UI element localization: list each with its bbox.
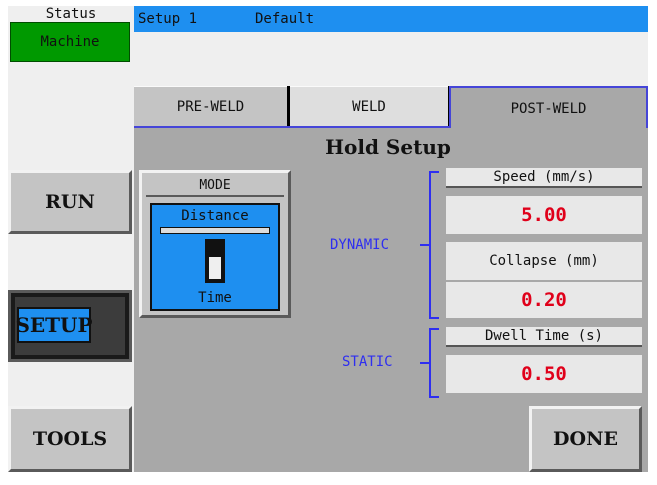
- run-button[interactable]: RUN: [8, 170, 132, 234]
- setup-button-label: SETUP: [15, 307, 93, 343]
- dynamic-bracket: [429, 171, 439, 319]
- tools-button[interactable]: TOOLS: [8, 406, 132, 472]
- left-column: [8, 6, 134, 472]
- top-strip: [134, 32, 648, 86]
- toggle-switch-icon: [205, 239, 225, 283]
- speed-label: Speed (mm/s): [446, 168, 642, 188]
- tab-pre-weld[interactable]: PRE-WELD: [134, 86, 287, 126]
- mode-title: MODE: [199, 177, 231, 193]
- mode-switch-face: Distance Time: [150, 203, 280, 311]
- status-label: Status: [8, 6, 134, 22]
- mode-option-distance[interactable]: Distance: [152, 207, 278, 225]
- setup-name: Setup 1: [138, 11, 198, 27]
- dynamic-tick: [420, 244, 429, 246]
- collapse-label: Collapse (mm): [446, 242, 642, 280]
- tab-post-weld[interactable]: POST-WELD: [449, 86, 648, 130]
- static-tick: [420, 362, 429, 364]
- machine-status-badge: Machine: [10, 22, 130, 62]
- hmi-screen: Status Machine Setup 1 Default PRE-WELD …: [8, 6, 648, 472]
- switch-rail: [160, 227, 270, 234]
- dwell-time-label: Dwell Time (s): [446, 327, 642, 347]
- collapse-value-field[interactable]: 0.20: [446, 282, 642, 318]
- done-button[interactable]: DONE: [529, 406, 642, 472]
- static-group-label: STATIC: [342, 354, 393, 370]
- setup-button-inner: SETUP: [15, 297, 125, 355]
- static-bracket: [429, 328, 439, 398]
- mode-title-rule: [146, 195, 284, 197]
- dynamic-group-label: DYNAMIC: [330, 237, 390, 253]
- speed-value-field[interactable]: 5.00: [446, 196, 642, 234]
- preset-name: Default: [255, 11, 315, 27]
- panel-title: Hold Setup: [325, 135, 451, 159]
- title-bar: [134, 6, 648, 32]
- setup-button[interactable]: SETUP: [8, 290, 132, 362]
- tab-weld[interactable]: WELD: [290, 86, 448, 126]
- dwell-time-value-field[interactable]: 0.50: [446, 355, 642, 393]
- mode-selector[interactable]: MODE Distance Time: [139, 170, 291, 318]
- mode-option-time[interactable]: Time: [152, 289, 278, 307]
